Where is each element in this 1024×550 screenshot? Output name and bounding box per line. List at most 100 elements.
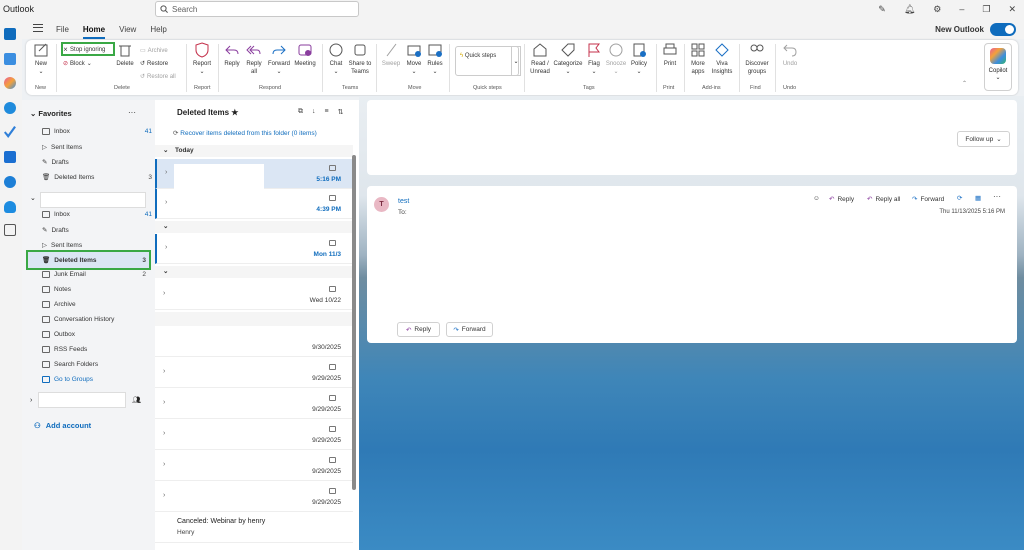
section-collapsed[interactable] (155, 312, 353, 326)
rules-button[interactable]: Rules ⌄ (425, 42, 445, 76)
categorize-button[interactable]: Categorize ⌄ (552, 42, 584, 76)
folder-outbox[interactable]: Outbox (42, 331, 152, 338)
favorites-more-icon[interactable]: ··· (128, 108, 136, 117)
folder-inbox[interactable]: Inbox 41 (42, 211, 152, 218)
forward-action[interactable]: ↷ Forward (912, 195, 944, 204)
second-account-expand-icon[interactable]: › (30, 397, 32, 404)
collapse-ribbon-icon[interactable]: ⌃ (962, 80, 967, 87)
section-collapsed[interactable]: ⌄ (155, 221, 353, 233)
message-row[interactable]: 9/30/2025 (155, 327, 353, 357)
forward-button[interactable]: Forward ⌄ (266, 42, 292, 76)
grid-view-icon[interactable]: ▦ (975, 194, 981, 202)
reply-all-action[interactable]: ↶ Reply all (867, 195, 900, 204)
immersive-reader-icon[interactable]: ⟳ (957, 194, 962, 202)
add-account-button[interactable]: ⚇ Add account (34, 421, 91, 430)
message-row[interactable]: › 9/29/2025 (155, 451, 353, 481)
quick-steps-item[interactable]: ϟ Quick steps (460, 53, 496, 59)
folder-deleted-items[interactable]: 🗑︎ Deleted Items 3 (42, 256, 152, 265)
archive-button[interactable]: ▭ Archive (140, 47, 168, 55)
folder-conversation-history[interactable]: Conversation History (42, 316, 152, 323)
emoji-icon[interactable]: ☺ (813, 195, 820, 202)
reply-action[interactable]: ↶ Reply (829, 195, 854, 204)
favorites-header[interactable]: ⌄ Favorites (30, 109, 72, 118)
message-list-scrollbar[interactable] (352, 155, 356, 490)
message-row[interactable]: › 9/29/2025 (155, 420, 353, 450)
new-button[interactable]: New ⌄ (30, 42, 52, 76)
account-name-redacted[interactable] (40, 192, 146, 208)
quick-steps-gallery[interactable]: ϟ Quick steps (455, 46, 519, 76)
folder-drafts[interactable]: ✎ Drafts (42, 226, 152, 235)
follow-up-button[interactable]: Follow up ⌄ (957, 131, 1010, 147)
more-actions-icon[interactable]: ··· (993, 192, 1001, 201)
delete-button[interactable]: Delete (114, 42, 136, 68)
read-unread-button[interactable]: Read / Unread (528, 42, 552, 76)
folder-notes[interactable]: Notes (42, 286, 152, 293)
reply-all-button[interactable]: Reply all (244, 42, 264, 76)
more-apps-icon[interactable] (4, 224, 16, 236)
viva-insights-button[interactable]: Viva Insights (710, 42, 734, 76)
fav-drafts[interactable]: ✎ Drafts (42, 158, 152, 167)
meeting-button[interactable]: Meeting (292, 42, 318, 68)
share-to-teams-button[interactable]: Share to Teams (346, 42, 374, 76)
policy-button[interactable]: Policy ⌄ (628, 42, 650, 76)
folder-sent-items[interactable]: ▷ Sent Items (42, 241, 152, 250)
copilot-button[interactable]: Copilot ⌄ (984, 43, 1012, 91)
tab-file[interactable]: File (56, 25, 69, 39)
people-app-icon[interactable] (4, 102, 16, 114)
sort-icon[interactable]: ⇅ (338, 108, 344, 116)
message-row[interactable]: › 9/29/2025 (155, 358, 353, 388)
tab-view[interactable]: View (119, 25, 136, 39)
mail-app-icon[interactable] (4, 28, 16, 40)
arrow-down-icon[interactable]: ↓ (312, 108, 316, 116)
calendar-app-icon[interactable] (4, 53, 16, 65)
discover-groups-button[interactable]: Discover groups (743, 42, 771, 76)
message-row[interactable]: › 9/29/2025 (155, 389, 353, 419)
bell-icon[interactable]: 🔔︎ (904, 4, 915, 15)
copy-icon[interactable]: ⧉ (298, 108, 303, 116)
message-row[interactable]: › Wed 10/22 (155, 280, 353, 310)
more-apps-button[interactable]: More apps (688, 42, 708, 76)
block-button[interactable]: ⊘ Block ⌄ (63, 60, 92, 68)
folder-junk-email[interactable]: Junk Email 2 (42, 271, 152, 278)
close-icon[interactable]: ✕ (1008, 4, 1016, 15)
account-expand-icon[interactable]: ⌄ (30, 194, 36, 202)
print-button[interactable]: Print (660, 42, 680, 68)
fav-deleted-items[interactable]: 🗑︎ Deleted Items 3 (42, 173, 152, 182)
report-button[interactable]: Report ⌄ (190, 42, 214, 76)
second-account-name-redacted[interactable] (38, 392, 126, 408)
move-button[interactable]: Move ⌄ (404, 42, 424, 76)
message-row[interactable]: › Mon 11/3 (155, 234, 353, 264)
fav-sent-items[interactable]: ▷ Sent Items (42, 143, 152, 152)
folder-search-folders[interactable]: Search Folders (42, 361, 152, 368)
tab-help[interactable]: Help (150, 25, 166, 39)
restore-button[interactable]: ↺ Restore (140, 60, 168, 68)
section-today[interactable]: ⌄ Today (155, 145, 353, 157)
settings-icon[interactable]: ⚙ (933, 4, 941, 15)
maximize-icon[interactable]: ❐ (982, 4, 990, 15)
onenote-app-icon[interactable] (4, 151, 16, 163)
reply-button[interactable]: Reply (222, 42, 242, 68)
snooze-button[interactable]: Snooze ⌄ (604, 42, 628, 76)
sender-name[interactable]: test (398, 198, 409, 205)
minimize-icon[interactable]: – (959, 4, 964, 15)
quick-steps-expand[interactable]: ⌄ (511, 46, 521, 76)
message-row[interactable]: Canceled: Webinar by henry Henry (155, 513, 353, 543)
section-collapsed[interactable]: ⌄ (155, 266, 353, 278)
recover-deleted-link[interactable]: ⟳ Recover items deleted from this folder… (173, 129, 317, 137)
message-row[interactable]: › 9/29/2025 (155, 482, 353, 512)
hamburger-icon[interactable] (33, 24, 43, 32)
onedrive-app-icon[interactable] (4, 201, 16, 213)
star-icon[interactable]: ★ (231, 108, 238, 117)
restore-all-button[interactable]: ↺ Restore all (140, 73, 176, 81)
undo-button[interactable]: Undo (779, 42, 801, 68)
folder-archive[interactable]: Archive (42, 301, 152, 308)
todo-app-icon[interactable] (4, 126, 16, 138)
message-row[interactable]: › 5:16 PM (155, 159, 353, 189)
chat-button[interactable]: Chat ⌄ (326, 42, 346, 76)
message-row[interactable]: › 4:39 PM (155, 189, 353, 219)
folder-rss-feeds[interactable]: RSS Feeds (42, 346, 152, 353)
sweep-button[interactable]: Sweep (380, 42, 402, 68)
copilot-app-icon[interactable] (4, 77, 16, 89)
new-outlook-toggle[interactable] (990, 23, 1016, 36)
tab-home[interactable]: Home (82, 25, 106, 39)
